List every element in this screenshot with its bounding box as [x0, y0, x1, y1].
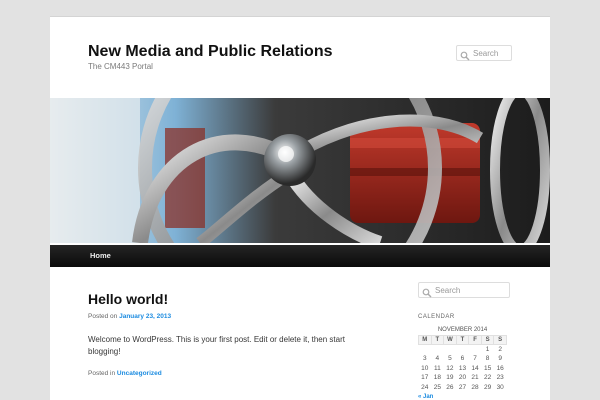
post-meta: Posted on January 23, 2013 [88, 313, 171, 320]
sidebar-search-input[interactable] [435, 285, 509, 295]
calendar-day [456, 345, 469, 355]
calendar-day: 5 [448, 355, 452, 363]
calendar-day [444, 345, 457, 355]
calendar-caption: NOVEMBER 2014 [437, 327, 488, 333]
posted-on-label: Posted on [88, 313, 118, 320]
post-footer: Posted in Uncategorized [88, 370, 162, 377]
header-banner-image[interactable] [50, 98, 550, 243]
page: New Media and Public Relations The CM443… [50, 16, 550, 400]
calendar-week: 24 25 26 27 28 29 30 [419, 383, 507, 393]
calendar-day: 28 [471, 383, 479, 391]
calendar-header: M [418, 335, 432, 345]
calendar-day: 10 [421, 364, 429, 372]
calendar-day: 14 [471, 364, 479, 372]
calendar-table: M T W T F S S 1 2 3 4 5 6 7 8 9 10 11 12… [418, 335, 507, 392]
calendar-week: 10 11 12 13 14 15 16 [419, 364, 507, 374]
calendar-day: 3 [422, 355, 427, 363]
calendar-widget-title: CALENDAR [418, 314, 455, 320]
calendar-day: 21 [471, 374, 479, 382]
calendar-day: 18 [433, 374, 441, 382]
calendar-day [419, 345, 432, 355]
calendar-week: 3 4 5 6 7 8 9 [419, 354, 507, 364]
calendar-day [469, 345, 482, 355]
calendar-header: W [443, 335, 457, 345]
sidebar-search[interactable] [418, 282, 510, 298]
calendar-day: 8 [485, 355, 490, 363]
calendar-day: 25 [433, 383, 441, 391]
calendar-day: 6 [460, 355, 465, 363]
calendar-day: 16 [496, 364, 504, 372]
calendar-header: F [468, 335, 482, 345]
calendar-day: 15 [483, 364, 492, 372]
nav-item-home[interactable]: Home [90, 251, 111, 260]
calendar-day: 9 [498, 355, 502, 363]
posted-in-label: Posted in [88, 370, 116, 377]
calendar-day: 2 [498, 346, 502, 353]
calendar-prev-link[interactable]: « Jan [418, 394, 507, 400]
calendar-header: S [480, 335, 495, 345]
calendar-day: 19 [446, 374, 454, 382]
site-description: The CM443 Portal [88, 62, 153, 71]
calendar-day: 1 [485, 346, 490, 353]
calendar-day [431, 345, 444, 355]
calendar-day: 20 [458, 374, 467, 382]
calendar-day: 29 [483, 383, 492, 391]
calendar-day: 26 [446, 383, 454, 391]
calendar-day: 4 [435, 355, 440, 363]
calendar-header: S [493, 335, 507, 345]
calendar-day: 13 [458, 364, 467, 372]
post-content: Welcome to WordPress. This is your first… [88, 335, 345, 356]
calendar-week: 17 18 19 20 21 22 23 [419, 373, 507, 383]
calendar-header: T [455, 335, 470, 345]
calendar-day: 30 [496, 383, 504, 391]
search-icon [460, 48, 470, 61]
header-search[interactable] [456, 45, 512, 61]
calendar-day: 27 [458, 383, 467, 391]
calendar-week: 1 2 [419, 345, 507, 355]
post-date-link[interactable]: January 23, 2013 [119, 313, 171, 320]
search-icon [422, 285, 432, 298]
calendar-day: 11 [433, 364, 441, 372]
category-link[interactable]: Uncategorized [117, 370, 162, 377]
calendar-day: 23 [496, 374, 504, 382]
main-navigation: Home [50, 245, 550, 267]
header-search-input[interactable] [473, 48, 511, 58]
calendar-day: 24 [421, 383, 429, 391]
calendar-day: 22 [483, 374, 492, 382]
calendar-day: 12 [446, 364, 454, 372]
post-title[interactable]: Hello world! [88, 291, 168, 307]
calendar-header: T [430, 335, 445, 345]
calendar-day: 7 [473, 355, 477, 363]
site-title[interactable]: New Media and Public Relations [88, 43, 333, 61]
calendar-widget: NOVEMBER 2014 M T W T F S S 1 2 3 4 5 6 … [418, 326, 507, 400]
calendar-day: 17 [421, 374, 429, 382]
